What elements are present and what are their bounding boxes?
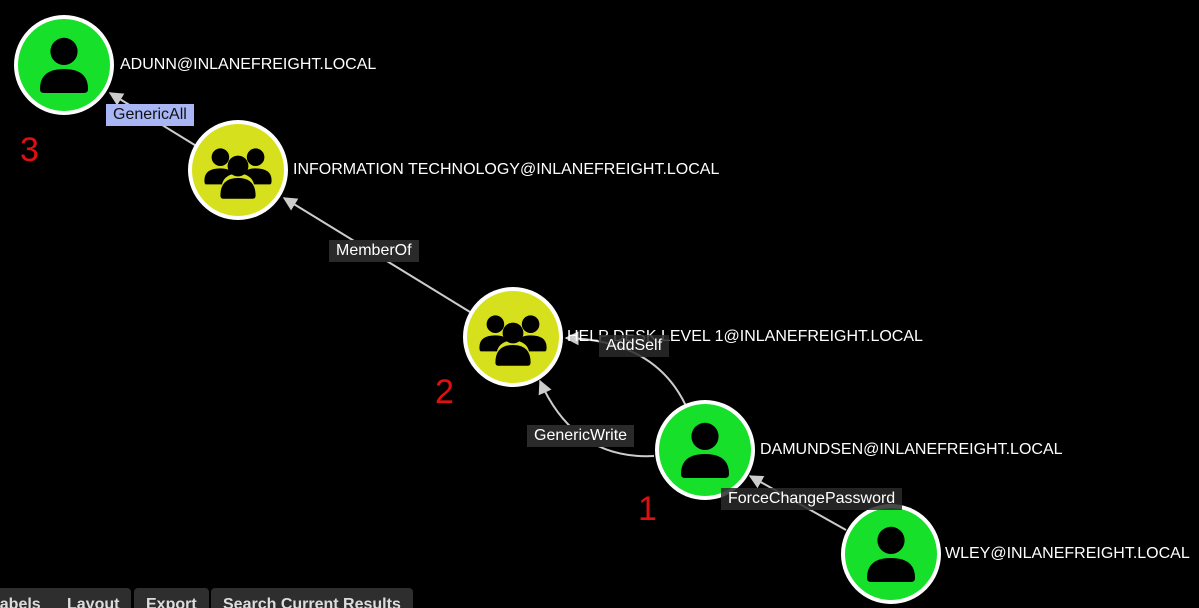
edge-label-addself[interactable]: AddSelf <box>599 335 670 357</box>
node-damundsen[interactable] <box>655 400 755 500</box>
step-marker-1: 1 <box>638 490 657 528</box>
node-information-technology[interactable] <box>188 120 288 220</box>
edge-label-genericall[interactable]: GenericAll <box>106 104 194 126</box>
node-label-information-technology: INFORMATION TECHNOLOGY@INLANEFREIGHT.LOC… <box>293 161 720 178</box>
search-current-results-button[interactable]: Search Current Results <box>211 588 413 608</box>
edge-label-genericwrite[interactable]: GenericWrite <box>527 425 635 447</box>
node-label-wley: WLEY@INLANEFREIGHT.LOCAL <box>945 545 1190 562</box>
graph-canvas[interactable]: ADUNN@INLANEFREIGHT.LOCAL INFORMATION TE… <box>0 0 1199 608</box>
edge-label-memberof[interactable]: MemberOf <box>329 240 419 262</box>
step-marker-3: 3 <box>20 131 39 169</box>
layout-button[interactable]: Layout <box>55 588 132 608</box>
node-label-adunn: ADUNN@INLANEFREIGHT.LOCAL <box>120 56 377 73</box>
node-adunn[interactable] <box>14 15 114 115</box>
step-marker-2: 2 <box>435 373 454 411</box>
node-help-desk-level-1[interactable] <box>463 287 563 387</box>
node-label-damundsen: DAMUNDSEN@INLANEFREIGHT.LOCAL <box>760 441 1063 458</box>
export-button[interactable]: Export <box>134 588 209 608</box>
edge-label-forcechangepassword[interactable]: ForceChangePassword <box>721 488 903 510</box>
graph-svg <box>14 15 941 604</box>
node-wley[interactable] <box>841 504 941 604</box>
